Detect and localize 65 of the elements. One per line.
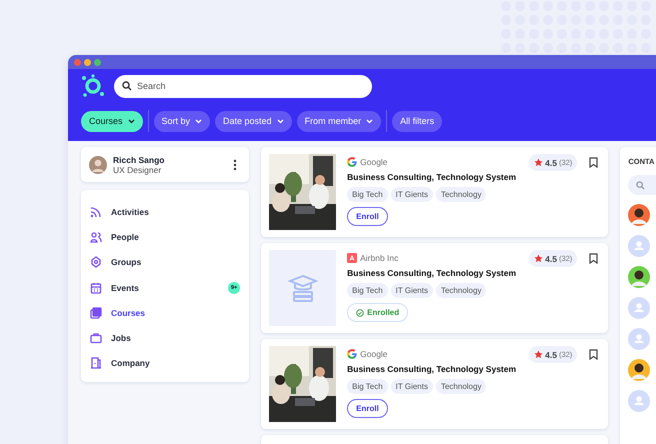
door-icon xyxy=(90,357,102,370)
nav-item[interactable]: Courses xyxy=(90,300,250,326)
company-name: Google xyxy=(360,157,388,167)
tag: Technology xyxy=(436,379,486,394)
briefcase-icon xyxy=(90,332,102,344)
contact-avatar[interactable] xyxy=(628,266,650,288)
graduation-icon xyxy=(288,273,318,303)
more-icon[interactable] xyxy=(233,158,238,170)
avatar xyxy=(89,156,107,174)
rating-value: 4.5 xyxy=(545,350,557,360)
check-icon xyxy=(356,308,364,316)
rating-value: 4.5 xyxy=(545,254,557,264)
enroll-button[interactable]: Enroll xyxy=(347,207,388,226)
profile-role: UX Designer xyxy=(113,164,162,174)
tag: IT Gients xyxy=(390,379,433,394)
tag: Technology xyxy=(436,283,486,298)
tag: Big Tech xyxy=(347,187,388,202)
caret-icon xyxy=(195,118,202,124)
course-title[interactable]: Business Consulting, Technology System xyxy=(347,268,518,278)
filter-chip[interactable]: All filters xyxy=(392,110,442,132)
company-logo xyxy=(347,157,358,167)
nav-item[interactable]: Groups xyxy=(90,250,250,275)
filter-chip[interactable]: Sort by xyxy=(154,110,210,132)
enroll-button[interactable]: Enroll xyxy=(347,399,388,418)
logo-icon[interactable] xyxy=(81,74,105,98)
caret-icon xyxy=(276,118,284,124)
company-logo xyxy=(347,349,358,359)
star-icon xyxy=(534,158,544,167)
caret-icon xyxy=(128,118,135,124)
company-name: Airbnb Inc xyxy=(360,253,398,263)
filter-chip[interactable]: Date posted xyxy=(215,110,292,132)
nav-item[interactable]: Company xyxy=(90,350,250,376)
company-logo xyxy=(347,253,358,263)
contact-avatar[interactable] xyxy=(628,359,650,381)
caret-icon xyxy=(366,118,374,124)
profile-name: Ricch Sango xyxy=(113,154,166,164)
course-title[interactable]: Business Consulting, Technology System xyxy=(347,172,518,182)
tag: Big Tech xyxy=(347,379,388,394)
star-icon xyxy=(534,350,544,359)
people-icon xyxy=(90,230,102,243)
nav-item[interactable]: People xyxy=(90,224,250,250)
company-name: Google xyxy=(360,349,388,359)
contact-avatar[interactable] xyxy=(628,204,650,226)
minimize-button[interactable] xyxy=(84,58,91,66)
tag: Big Tech xyxy=(347,283,388,298)
enrolled-button[interactable]: Enrolled xyxy=(347,303,408,322)
bookmark-icon[interactable] xyxy=(589,349,598,360)
rating-value: 4.5 xyxy=(545,158,557,168)
nav-item[interactable]: Jobs xyxy=(90,325,250,351)
filter-chip[interactable]: Courses xyxy=(81,110,143,132)
filter-chip[interactable]: From member xyxy=(296,110,382,132)
course-title[interactable]: Business Consulting, Technology System xyxy=(347,364,518,374)
calendar-icon xyxy=(90,282,102,294)
tag: Technology xyxy=(436,187,486,202)
groups-icon xyxy=(90,256,102,268)
nav-item[interactable]: Activities xyxy=(90,199,250,224)
tag: IT Gients xyxy=(390,187,433,202)
search-icon xyxy=(122,81,132,91)
rss-icon xyxy=(90,206,102,218)
bookmark-icon[interactable] xyxy=(589,253,598,264)
bookmark-icon[interactable] xyxy=(589,157,598,168)
search-icon xyxy=(636,180,646,190)
tag: IT Gients xyxy=(390,283,433,298)
star-icon xyxy=(534,254,544,263)
search-field[interactable]: Search xyxy=(114,74,372,98)
